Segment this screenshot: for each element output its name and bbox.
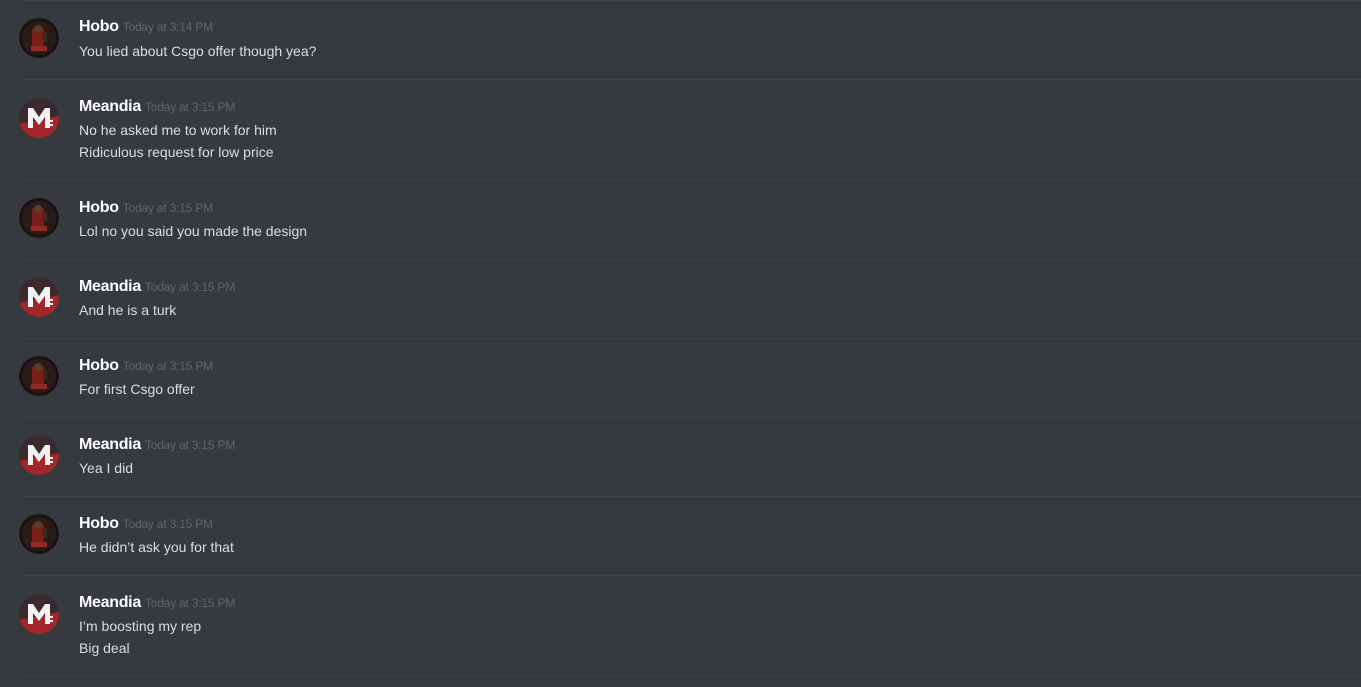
timestamp: Today at 3:15 PM <box>122 359 213 373</box>
message-text: Ridiculous request for low price <box>79 144 274 160</box>
message-group: Meandia Today at 3:15 PM I’m boosting my … <box>0 576 1361 677</box>
message-header: Hobo Today at 3:15 PM <box>79 357 213 375</box>
message-group: Meandia Today at 3:15 PM No he asked me t… <box>0 80 1361 181</box>
message-text: I’m boosting my rep <box>79 618 202 634</box>
message-header: Meandia Today at 3:15 PM <box>79 436 235 454</box>
message-header: Meandia Today at 3:15 PM <box>79 278 235 296</box>
message-text: Lol no you said you made the design <box>79 223 308 239</box>
hobo-avatar-icon[interactable] <box>19 198 59 238</box>
timestamp: Today at 3:15 PM <box>144 100 236 114</box>
message-text: No he asked me to work for him <box>79 122 277 138</box>
message-text: And he is a turk <box>79 302 177 318</box>
message-group: Meandia Today at 3:15 PM And he is a turk <box>0 260 1361 339</box>
username[interactable]: Hobo <box>79 18 119 35</box>
message-divider <box>20 676 1361 677</box>
username[interactable]: Meandia <box>79 436 141 453</box>
message-header: Hobo Today at 3:15 PM <box>79 199 213 217</box>
timestamp: Today at 3:15 PM <box>144 280 236 294</box>
message-header: Hobo Today at 3:15 PM <box>79 515 213 533</box>
message-group: Hobo Today at 3:15 PM For first Csgo offe… <box>0 339 1361 418</box>
meandia-avatar-icon[interactable] <box>19 594 59 634</box>
message-text: Yea I did <box>79 460 133 476</box>
message-group: Hobo Today at 3:15 PM He didn’t ask you f… <box>0 497 1361 576</box>
meandia-avatar-icon[interactable] <box>19 435 59 475</box>
hobo-avatar-icon[interactable] <box>19 356 59 396</box>
username[interactable]: Meandia <box>79 278 141 295</box>
message-header: Meandia Today at 3:15 PM <box>79 594 235 612</box>
username[interactable]: Hobo <box>79 357 119 374</box>
hobo-avatar-icon[interactable] <box>19 18 59 58</box>
hobo-avatar-icon[interactable] <box>19 514 59 554</box>
message-group: Meandia Today at 3:15 PM Yea I did <box>0 418 1361 497</box>
timestamp: Today at 3:15 PM <box>122 517 213 531</box>
meandia-avatar-icon[interactable] <box>19 277 59 317</box>
username[interactable]: Meandia <box>79 98 141 115</box>
message-group: Hobo Today at 3:14 PM You lied about Csgo… <box>0 0 1361 80</box>
timestamp: Today at 3:14 PM <box>122 20 213 34</box>
message-text: Big deal <box>79 640 130 656</box>
chat-messages: Hobo Today at 3:14 PM You lied about Csgo… <box>0 0 1361 687</box>
username[interactable]: Meandia <box>79 594 141 611</box>
username[interactable]: Hobo <box>79 199 119 216</box>
message-group: Hobo Today at 3:15 PM Lol no you said you… <box>0 181 1361 260</box>
message-header: Hobo Today at 3:14 PM <box>79 18 213 36</box>
username[interactable]: Hobo <box>79 515 119 532</box>
message-header: Meandia Today at 3:15 PM <box>79 98 235 116</box>
message-text: You lied about Csgo offer though yea? <box>79 43 317 59</box>
timestamp: Today at 3:15 PM <box>122 201 213 215</box>
message-text: He didn’t ask you for that <box>79 539 234 555</box>
timestamp: Today at 3:15 PM <box>144 596 236 610</box>
message-text: For first Csgo offer <box>79 381 195 397</box>
meandia-avatar-icon[interactable] <box>19 98 59 138</box>
timestamp: Today at 3:15 PM <box>144 438 236 452</box>
